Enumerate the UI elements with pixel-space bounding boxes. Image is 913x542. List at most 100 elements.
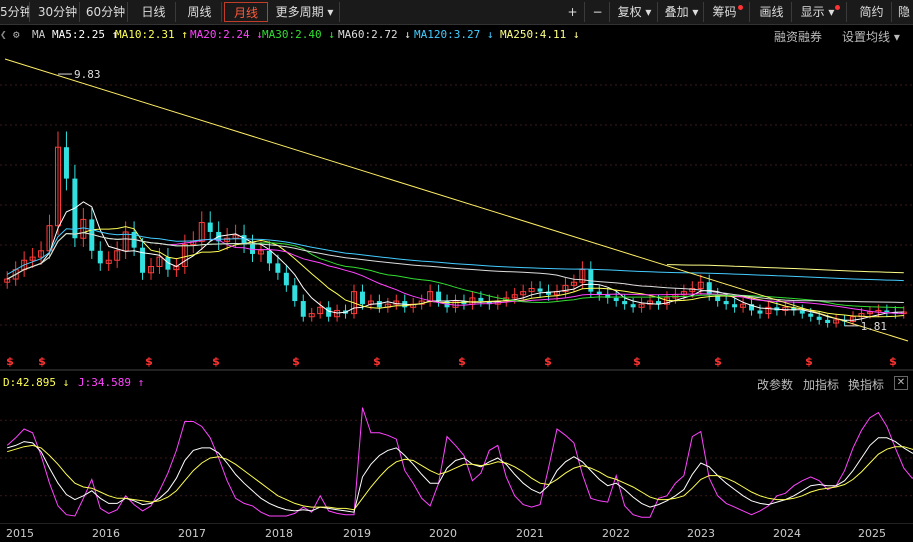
trend-arrow-icon: ↓ [249,28,263,41]
year-tick-label: 2015 [6,527,34,540]
candle [723,301,729,305]
notification-dot-icon [737,5,743,10]
candle [799,310,805,314]
collapse-icon[interactable]: ❮ [0,28,7,41]
ma-legend-item: MA5:2.25 ↑ [52,28,118,41]
ma-legend-item: MA30:2.40 ↓ [262,28,335,41]
dividend-marker-icon: $ [373,355,381,368]
candle [537,288,543,292]
dividend-marker-icon: $ [292,355,300,368]
candle [359,291,365,305]
year-tick-label: 2019 [343,527,371,540]
candle [275,263,281,273]
set-ma-link[interactable]: 设置均线 ▾ [842,28,900,45]
trend-arrow-icon: ↓ [321,28,335,41]
dividend-marker-icon: $ [38,355,46,368]
ma-value: MA10:2.31 [115,28,175,41]
time-axis: 2015 2016 2017 2018 2019 2020 2021 2022 2023 2024… [0,523,913,540]
dividend-marker-icon: $ [714,355,722,368]
candle [613,297,619,302]
candle [283,272,289,286]
dividend-marker-icon: $ [633,355,641,368]
candle [266,250,272,264]
period-5min[interactable]: 5分钟 [0,2,30,22]
display-label: 显示 ▾ [800,5,835,19]
period-daily[interactable]: 日线 [132,2,176,22]
trend-arrow-icon: ↓ [480,28,494,41]
candle [706,282,712,295]
candle [300,301,306,317]
ma-line-ma250 [666,264,904,274]
dividend-marker-icon: $ [544,355,552,368]
year-tick-label: 2021 [516,527,544,540]
ma-value: MA120:3.27 [414,28,481,41]
period-monthly[interactable]: 月线 [224,2,268,22]
kdj-legend-item: D:42.895 ↓ [3,376,69,389]
ma-legend-item: MA120:3.27 ↓ [414,28,493,41]
zoom-in-button[interactable]: + [561,2,585,22]
candle [808,313,814,317]
kdj-value: J:34.589 [78,376,131,389]
display-button[interactable]: 显示 ▾ [795,2,847,22]
change-params-link[interactable]: 改参数 [757,376,793,393]
year-tick-label: 2018 [265,527,293,540]
add-indicator-link[interactable]: 加指标 [803,376,839,393]
period-more-button[interactable]: 更多周期 ▾ [270,2,340,22]
hide-button[interactable]: 隐 [895,2,913,22]
year-tick-label: 2023 [687,527,715,540]
year-tick-label: 2016 [92,527,120,540]
dividend-marker-icon: $ [212,355,220,368]
ma-legend-item: MA60:2.72 ↓ [338,28,411,41]
trend-arrow-icon: ↓ [566,28,580,41]
settings-gear-icon[interactable]: ⚙ [13,28,20,41]
switch-indicator-link[interactable]: 换指标 [848,376,884,393]
kdj-chart[interactable] [0,393,913,523]
candle [292,285,298,302]
candle [816,316,822,320]
notification-dot-icon [835,5,841,10]
candle [207,222,213,232]
year-tick-label: 2024 [773,527,801,540]
margin-trading-link[interactable]: 融资融券 [774,28,822,45]
ma-value: MA5:2.25 [52,28,105,41]
candle [436,291,442,302]
dividend-marker-icon: $ [805,355,813,368]
ma-value: MA20:2.24 [190,28,250,41]
ma-legend-item: MA20:2.24 ↓ [190,28,263,41]
period-30min[interactable]: 30分钟 [36,2,80,22]
candle [140,247,146,273]
simple-button[interactable]: 简约 [852,2,892,22]
draw-button[interactable]: 画线 [752,2,792,22]
candle [326,307,332,317]
candlestick-chart[interactable]: 9.83 1.81 $ $ $ $ $ $ $ $ $ $ $ $ [0,45,913,371]
ma-legend-item: MA10:2.31 ↑ [115,28,188,41]
trend-line [4,58,909,342]
zoom-out-button[interactable]: − [586,2,610,22]
year-tick-label: 2022 [602,527,630,540]
overlay-button[interactable]: 叠加 ▾ [660,2,704,22]
chips-button[interactable]: 筹码 [706,2,750,22]
year-tick-label: 2020 [429,527,457,540]
chips-label: 筹码 [712,5,737,19]
period-weekly[interactable]: 周线 [178,2,222,22]
dividend-marker-icon: $ [889,355,897,368]
adjust-button[interactable]: 复权 ▾ [612,2,658,22]
ma-value: MA60:2.72 [338,28,398,41]
trend-arrow-icon: ↓ [397,28,411,41]
candle [884,310,890,313]
close-indicator-icon[interactable]: ✕ [894,376,908,390]
high-price-label: 9.83 [74,68,101,81]
candle [478,297,484,302]
candle [757,310,763,314]
ma-label: MA [32,28,46,41]
candle [97,250,103,264]
dividend-marker-icon: $ [458,355,466,368]
ma-value: MA30:2.40 [262,28,322,41]
kdj-value: D:42.895 [3,376,56,389]
year-tick-label: 2017 [178,527,206,540]
period-toolbar: 5分钟 30分钟 60分钟 日线 周线 月线 更多周期 ▾ + − 复权 ▾ 叠… [0,0,913,25]
year-tick-label: 2025 [858,527,886,540]
kdj-legend-item: J:34.589 ↑ [78,376,144,389]
dividend-marker-icon: $ [6,355,14,368]
period-60min[interactable]: 60分钟 [84,2,128,22]
